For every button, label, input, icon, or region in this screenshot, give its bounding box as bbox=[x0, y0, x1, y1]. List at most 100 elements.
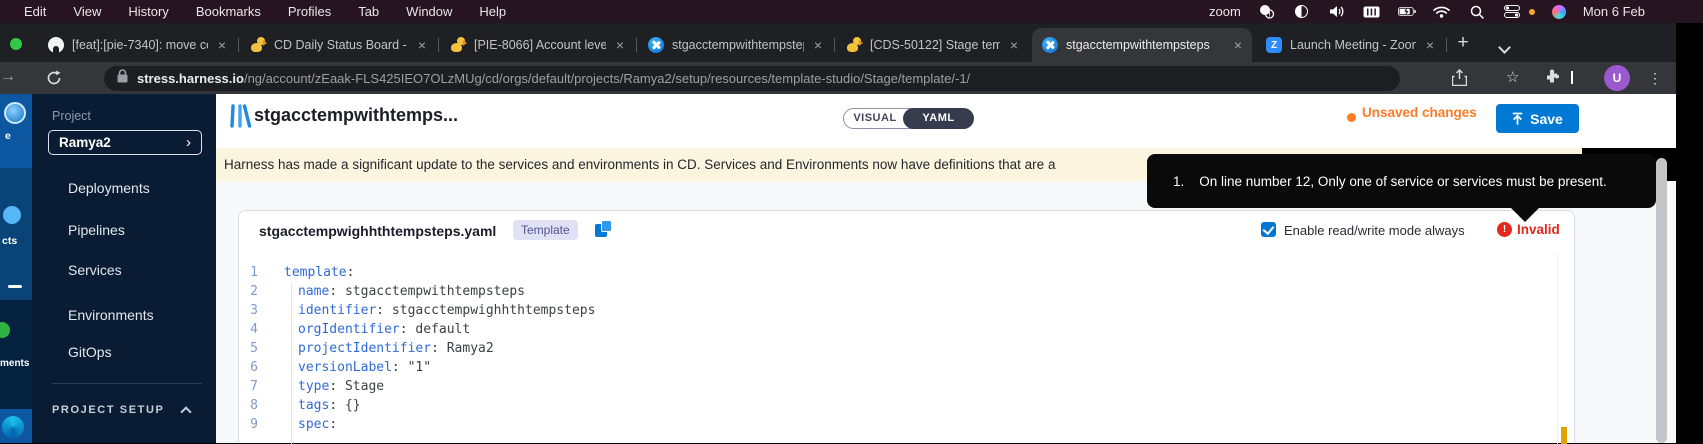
code-line[interactable]: 1template: bbox=[239, 263, 1549, 282]
tab-title: CD Daily Status Board - Ag bbox=[274, 38, 408, 52]
code-line[interactable]: 4orgIdentifier: default bbox=[239, 320, 1549, 339]
tab-title: stgacctempwithtempsteps bbox=[1066, 38, 1224, 52]
forward-button[interactable]: → bbox=[0, 68, 16, 86]
menubar-clock[interactable]: Mon 6 Feb bbox=[1583, 4, 1645, 19]
tab-search-chevron-icon[interactable] bbox=[1498, 41, 1511, 54]
tooltip-message: On line number 12, Only one of service o… bbox=[1199, 174, 1606, 189]
toggle-visual[interactable]: VISUAL bbox=[844, 109, 906, 128]
tab-cds-50122[interactable]: [CDS-50122] Stage templa × bbox=[836, 28, 1028, 62]
code-line[interactable]: 9spec: bbox=[239, 415, 1549, 434]
sidebar-item-pipelines[interactable]: Pipelines bbox=[68, 222, 125, 238]
banner-text: Harness has made a significant update to… bbox=[224, 157, 1055, 172]
code-line[interactable]: 3identifier: stgacctempwighhthtempsteps bbox=[239, 301, 1549, 320]
tab-separator bbox=[636, 38, 637, 52]
tab-harness-1[interactable]: stgacctempwithtempsteps × bbox=[638, 28, 832, 62]
module-icon bbox=[4, 102, 26, 124]
share-icon[interactable] bbox=[1452, 69, 1467, 91]
duck-favicon bbox=[250, 37, 266, 53]
address-bar[interactable]: stress.harness.io/ng/account/zEaak-FLS42… bbox=[104, 66, 1400, 91]
tab-close-icon[interactable]: × bbox=[1232, 37, 1244, 53]
tab-close-icon[interactable]: × bbox=[1008, 37, 1020, 53]
menu-bookmarks[interactable]: Bookmarks bbox=[196, 4, 261, 19]
browser-menu-dots-icon[interactable]: ⋮ bbox=[1648, 70, 1662, 87]
tab-close-icon[interactable]: × bbox=[614, 37, 626, 53]
code-line[interactable]: 7type: Stage bbox=[239, 377, 1549, 396]
url-domain: stress.harness.io bbox=[137, 71, 244, 86]
project-setup-section[interactable]: PROJECT SETUP bbox=[52, 404, 165, 416]
browser-toolbar: → stress.harness.io/ng/account/zEaak-FLS… bbox=[0, 62, 1676, 94]
lock-icon[interactable] bbox=[117, 69, 128, 88]
wifi-icon[interactable] bbox=[1433, 4, 1451, 20]
tab-close-icon[interactable]: × bbox=[812, 37, 824, 53]
tab-github-pr[interactable]: [feat]:[pie-7340]: move co × bbox=[38, 28, 236, 62]
menu-edit[interactable]: Edit bbox=[24, 4, 46, 19]
extensions-puzzle-icon[interactable] bbox=[1544, 69, 1560, 90]
duck-favicon bbox=[846, 37, 862, 53]
sidebar-item-deployments[interactable]: Deployments bbox=[68, 180, 150, 196]
project-name: Ramya2 bbox=[59, 135, 111, 150]
toggle-yaml[interactable]: YAML bbox=[903, 108, 974, 129]
chevron-right-icon: › bbox=[186, 134, 191, 151]
invalid-status[interactable]: Invalid bbox=[1517, 222, 1560, 237]
volume-icon[interactable] bbox=[1328, 4, 1346, 20]
app-status-icon[interactable]: ! bbox=[1258, 4, 1276, 20]
menu-history[interactable]: History bbox=[128, 4, 168, 19]
project-selector[interactable]: Ramya2 › bbox=[48, 130, 202, 155]
profile-avatar[interactable]: U bbox=[1604, 65, 1630, 91]
save-button[interactable]: Save bbox=[1496, 104, 1579, 133]
module-icon bbox=[2, 416, 24, 438]
sidebar-divider bbox=[52, 383, 202, 384]
svg-text:!: ! bbox=[1269, 12, 1271, 19]
tab-separator bbox=[1446, 38, 1447, 52]
spotlight-search-icon[interactable] bbox=[1468, 4, 1486, 20]
unsaved-changes-label: Unsaved changes bbox=[1362, 105, 1477, 120]
code-line[interactable]: 8tags: {} bbox=[239, 396, 1549, 415]
sidebar-item-environments[interactable]: Environments bbox=[68, 307, 154, 323]
tab-title: [PIE-8066] Account level t bbox=[474, 38, 606, 52]
read-write-checkbox[interactable] bbox=[1261, 222, 1276, 237]
code-line[interactable]: 2name: stgacctempwithtempsteps bbox=[239, 282, 1549, 301]
tab-zoom[interactable]: Z Launch Meeting - Zoom × bbox=[1256, 28, 1444, 62]
sidebar-item-services[interactable]: Services bbox=[68, 262, 122, 278]
visual-yaml-toggle[interactable]: VISUAL YAML bbox=[843, 108, 973, 129]
menu-window[interactable]: Window bbox=[406, 4, 452, 19]
tab-title: [CDS-50122] Stage templa bbox=[870, 38, 1000, 52]
tab-harness-active[interactable]: stgacctempwithtempsteps × bbox=[1032, 28, 1252, 62]
tab-close-icon[interactable]: × bbox=[416, 37, 428, 53]
tab-separator bbox=[438, 38, 439, 52]
battery-icon[interactable] bbox=[1398, 4, 1416, 20]
tooltip-index: 1. bbox=[1173, 174, 1184, 189]
harness-module-rail: e cts ments bbox=[0, 94, 32, 443]
menu-tab[interactable]: Tab bbox=[358, 4, 379, 19]
tab-pie-8066[interactable]: [PIE-8066] Account level t × bbox=[440, 28, 634, 62]
bookmark-star-icon[interactable]: ☆ bbox=[1506, 68, 1519, 86]
github-favicon bbox=[48, 37, 64, 53]
template-title: stgacctempwithtemps... bbox=[254, 105, 458, 126]
browser-tabstrip: [feat]:[pie-7340]: move co × CD Daily St… bbox=[0, 23, 1676, 62]
copy-icon[interactable] bbox=[595, 220, 613, 238]
menu-profiles[interactable]: Profiles bbox=[288, 4, 331, 19]
display-mode-icon[interactable] bbox=[1293, 4, 1311, 20]
menu-view[interactable]: View bbox=[73, 4, 101, 19]
reload-button[interactable] bbox=[46, 70, 62, 91]
code-line[interactable]: 6versionLabel: "1" bbox=[239, 358, 1549, 377]
tab-close-icon[interactable]: × bbox=[216, 37, 228, 53]
traffic-light-green[interactable] bbox=[10, 38, 22, 50]
zoom-app-menu[interactable]: zoom bbox=[1209, 4, 1241, 19]
new-tab-button[interactable]: + bbox=[1452, 32, 1474, 54]
harness-favicon bbox=[648, 37, 664, 53]
template-icon bbox=[228, 103, 252, 134]
siri-icon[interactable] bbox=[1552, 5, 1566, 19]
chevron-up-icon bbox=[180, 406, 191, 417]
tab-close-icon[interactable]: × bbox=[1424, 37, 1436, 53]
menu-help[interactable]: Help bbox=[479, 4, 506, 19]
sidebar-item-gitops[interactable]: GitOps bbox=[68, 344, 112, 360]
code-line[interactable]: 5projectIdentifier: Ramya2 bbox=[239, 339, 1549, 358]
tab-status-board[interactable]: CD Daily Status Board - Ag × bbox=[240, 28, 436, 62]
url-path: /ng/account/zEaak-FLS425IEO7OLzMUg/cd/or… bbox=[244, 71, 970, 86]
keyboard-icon[interactable] bbox=[1363, 4, 1381, 20]
warning-overview-marker bbox=[1561, 427, 1567, 444]
control-center-icon[interactable] bbox=[1503, 4, 1521, 20]
unsaved-dot bbox=[1347, 113, 1356, 122]
page-scrollbar[interactable] bbox=[1656, 158, 1667, 443]
